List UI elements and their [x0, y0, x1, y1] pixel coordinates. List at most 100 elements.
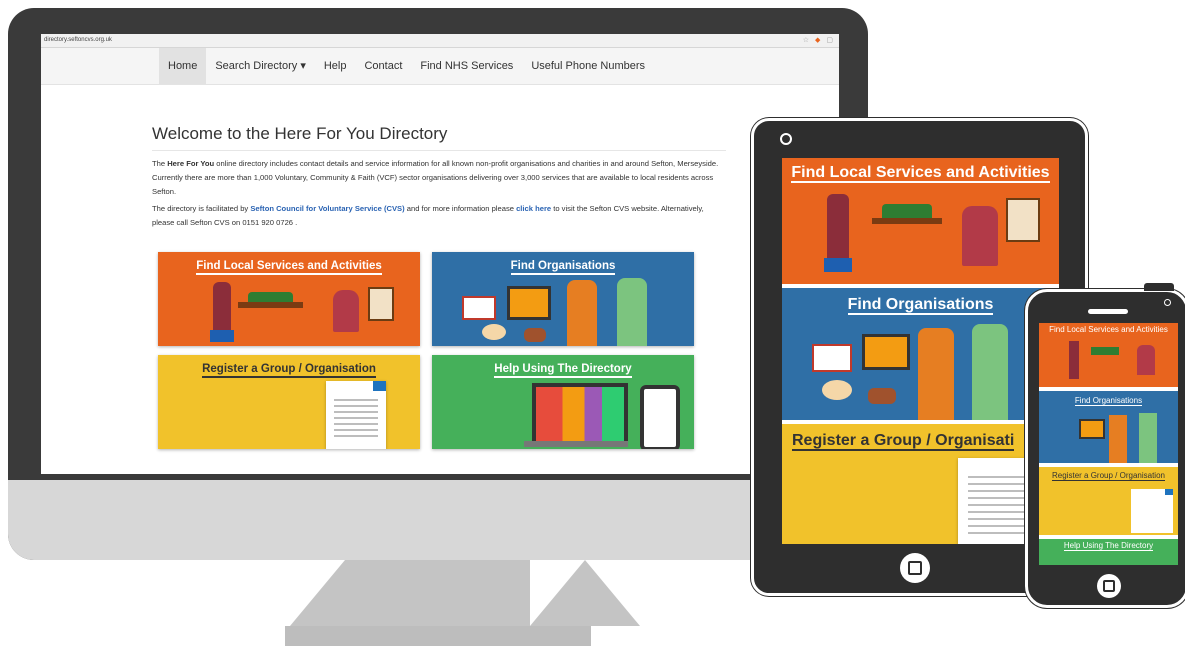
tablet-document-lines — [968, 476, 1032, 536]
phone-plants-illustration — [1091, 347, 1119, 355]
tile-help[interactable]: Help Using The Directory — [432, 355, 694, 449]
phone-find-local-title: Find Local Services and Activities — [1039, 325, 1178, 334]
person-orange-illustration — [567, 280, 597, 346]
book-illustration — [462, 296, 496, 320]
person-green-illustration — [617, 278, 647, 346]
tablet-dog-illustration — [868, 388, 896, 404]
phone-register-label: Register a Group / Organisation — [1052, 471, 1165, 481]
phone-tile-register[interactable]: Register a Group / Organisation — [1039, 467, 1178, 535]
laptop-illustration — [507, 286, 551, 320]
intro-text-rest: online directory includes contact detail… — [152, 159, 719, 196]
tablet-find-orgs-title: Find Organisations — [782, 296, 1059, 315]
desktop-screen: directory.seftoncvs.org.uk ☆ ◆ ▢ Home Se… — [41, 34, 839, 474]
tablet-palette-illustration — [822, 380, 852, 400]
tile-help-label: Help Using The Directory — [494, 363, 632, 378]
dog-illustration — [524, 328, 546, 342]
phone-camera-icon — [1164, 299, 1171, 306]
extension-icon[interactable]: ◆ — [815, 37, 820, 44]
url-text[interactable]: directory.seftoncvs.org.uk — [44, 37, 112, 43]
tablet-camera-icon — [780, 133, 792, 145]
star-icon[interactable]: ☆ — [803, 37, 809, 44]
browser-icons: ☆ ◆ ▢ — [799, 34, 833, 47]
tile-help-title: Help Using The Directory — [432, 363, 694, 378]
tile-find-local-label: Find Local Services and Activities — [196, 260, 382, 275]
intro-paragraph: The Here For You online directory includ… — [152, 157, 726, 199]
tile-find-orgs-title: Find Organisations — [432, 260, 694, 275]
phone-document-stamp — [1165, 489, 1173, 495]
person-left-illustration — [213, 282, 231, 332]
main-content: Welcome to the Here For You Directory Th… — [152, 120, 726, 233]
easel-illustration — [368, 287, 394, 321]
tablet-screen: Find Local Services and Activities Find … — [782, 158, 1059, 544]
phone-power-button — [1144, 283, 1174, 291]
phone-home-button-icon[interactable] — [1097, 574, 1121, 598]
phone-register-title: Register a Group / Organisation — [1039, 471, 1178, 481]
tablet-home-button-icon[interactable] — [900, 553, 930, 583]
phone-person-left-illustration — [1069, 341, 1079, 379]
tile-find-organisations[interactable]: Find Organisations — [432, 252, 694, 346]
laptop-screen-illustration — [532, 383, 628, 445]
click-here-link[interactable]: click here — [516, 204, 551, 213]
intro-bold: Here For You — [167, 159, 215, 168]
tablet-person-right-illustration — [962, 206, 998, 266]
phone-illustration — [640, 385, 680, 449]
phone-person-orange-illustration — [1109, 415, 1127, 463]
monitor-stand — [345, 560, 530, 626]
tablet-find-local-title: Find Local Services and Activities — [782, 164, 1059, 183]
phone-laptop-illustration — [1079, 419, 1105, 439]
tablet-easel-illustration — [1006, 198, 1040, 242]
cvs-paragraph: The directory is facilitated by Sefton C… — [152, 202, 726, 230]
phone-person-right-illustration — [1137, 345, 1155, 375]
nav-search-directory[interactable]: Search Directory ▾ — [206, 48, 315, 84]
tile-register-label: Register a Group / Organisation — [202, 363, 376, 378]
tile-register[interactable]: Register a Group / Organisation — [158, 355, 420, 449]
nav-home[interactable]: Home — [159, 48, 207, 84]
cvs-text-mid: and for more information please — [404, 204, 517, 213]
nav-phone-numbers[interactable]: Useful Phone Numbers — [522, 48, 654, 84]
phone-screen: Find Local Services and Activities Find … — [1039, 323, 1178, 565]
phone-help-label: Help Using The Directory — [1063, 541, 1154, 551]
cvs-link[interactable]: Sefton Council for Voluntary Service (CV… — [250, 204, 404, 213]
tablet-book-illustration — [812, 344, 852, 372]
table-illustration — [238, 302, 303, 308]
tile-find-orgs-label: Find Organisations — [510, 260, 616, 275]
phone-person-green-illustration — [1139, 413, 1157, 463]
tablet-register-label: Register a Group / Organisati — [792, 432, 1015, 451]
tablet-tile-register[interactable]: Register a Group / Organisati — [782, 424, 1059, 544]
person-right-illustration — [333, 290, 359, 332]
phone-tile-find-organisations[interactable]: Find Organisations — [1039, 391, 1178, 463]
tablet-find-local-label: Find Local Services and Activities — [791, 164, 1050, 183]
page-title: Welcome to the Here For You Directory — [152, 124, 726, 151]
monitor-base — [285, 626, 591, 646]
plants-illustration — [248, 292, 293, 302]
phone-find-orgs-label: Find Organisations — [1074, 396, 1143, 406]
tablet-tile-find-organisations[interactable]: Find Organisations — [782, 288, 1059, 420]
tile-find-local[interactable]: Find Local Services and Activities — [158, 252, 420, 346]
tablet-person-orange-illustration — [918, 328, 954, 420]
tile-register-title: Register a Group / Organisation — [158, 363, 420, 378]
phone-find-orgs-title: Find Organisations — [1039, 396, 1178, 406]
phone-tile-find-local[interactable]: Find Local Services and Activities — [1039, 323, 1178, 387]
tablet-person-left-illustration — [827, 194, 849, 266]
nav-contact[interactable]: Contact — [355, 48, 411, 84]
tablet-laptop-illustration — [862, 334, 910, 370]
nav-help[interactable]: Help — [315, 48, 356, 84]
laptop-base-illustration — [524, 441, 628, 447]
phone-speaker — [1088, 309, 1128, 314]
tablet-tile-find-local[interactable]: Find Local Services and Activities — [782, 158, 1059, 284]
address-bar[interactable]: directory.seftoncvs.org.uk ☆ ◆ ▢ — [41, 34, 839, 48]
tablet-person-green-illustration — [972, 324, 1008, 420]
nav-menu: Home Search Directory ▾ Help Contact Fin… — [159, 48, 654, 84]
document-stamp — [373, 381, 386, 391]
tablet-boots-illustration — [824, 258, 852, 272]
intro-text-start: The — [152, 159, 168, 168]
tablet-register-title: Register a Group / Organisati — [792, 432, 1015, 451]
desktop-monitor: directory.seftoncvs.org.uk ☆ ◆ ▢ Home Se… — [0, 0, 870, 646]
menu-icon[interactable]: ▢ — [826, 37, 833, 44]
phone-find-local-label: Find Local Services and Activities — [1049, 325, 1168, 334]
monitor-chin — [8, 480, 868, 560]
boots-illustration — [210, 330, 234, 342]
phone-document-illustration — [1131, 489, 1173, 533]
nav-find-nhs[interactable]: Find NHS Services — [411, 48, 522, 84]
phone-tile-help[interactable]: Help Using The Directory — [1039, 539, 1178, 565]
